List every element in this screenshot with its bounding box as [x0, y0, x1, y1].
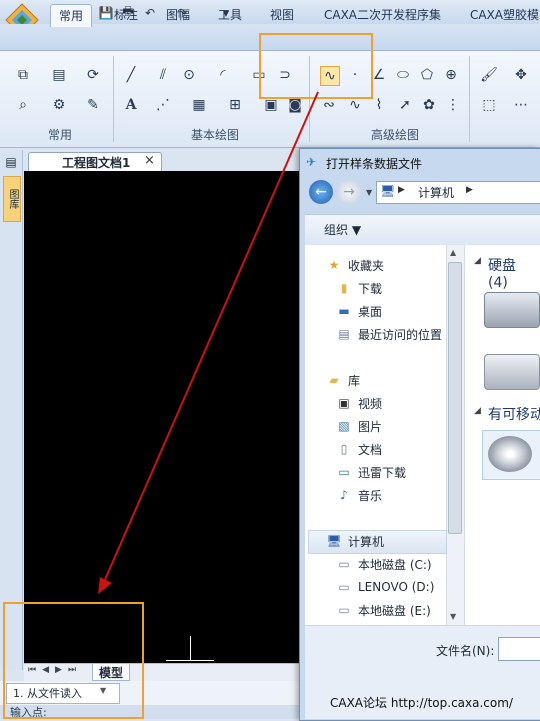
annotation-arrow — [98, 91, 319, 594]
